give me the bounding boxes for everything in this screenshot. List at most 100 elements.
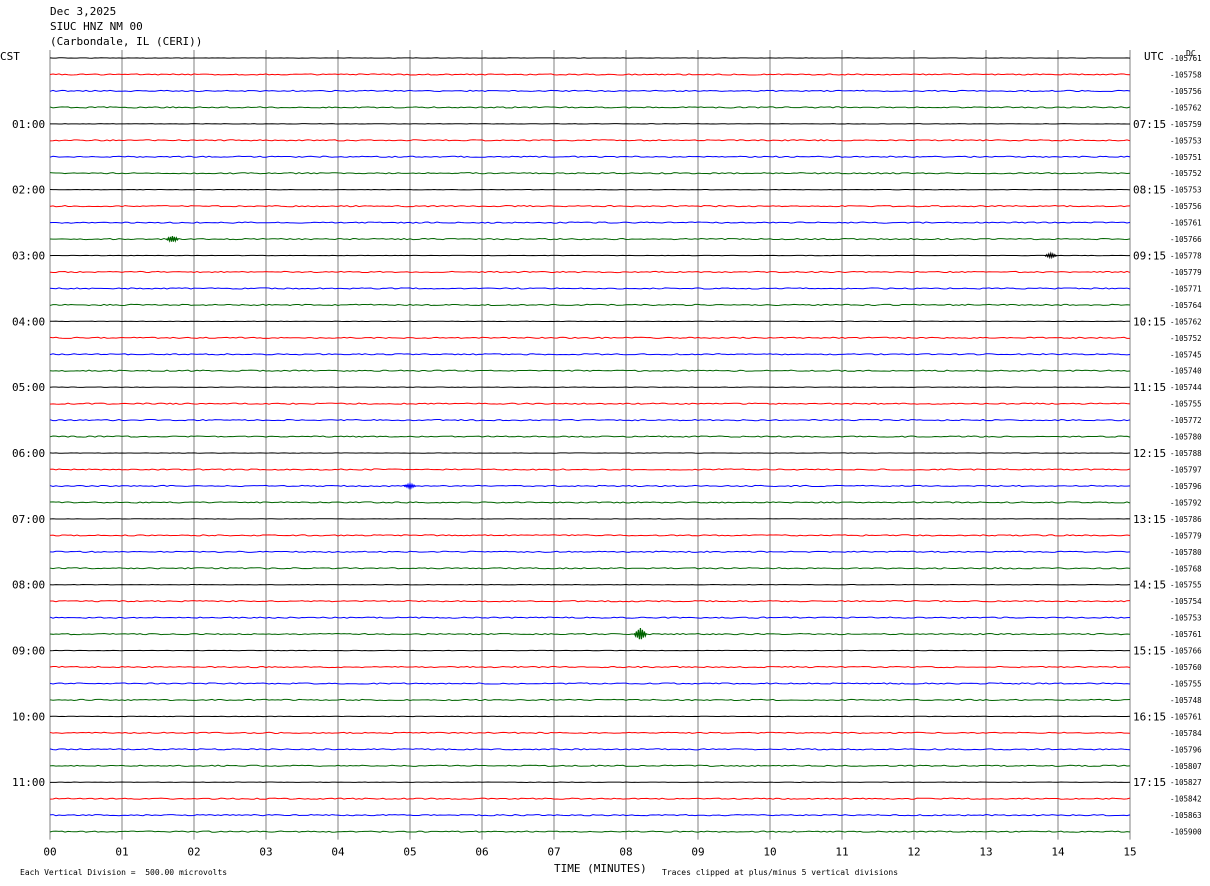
x-tick-label: 06 [475, 846, 488, 859]
cst-hour-label: 11:00 [12, 776, 45, 789]
trace-line [49, 814, 1131, 817]
dc-offset-label: -105796 [1170, 482, 1202, 491]
dc-offset-label: -105752 [1170, 169, 1202, 178]
dc-offset-label: -105827 [1170, 778, 1202, 787]
dc-offset-label: -105755 [1170, 679, 1202, 688]
x-tick-label: 12 [907, 846, 920, 859]
dc-offset-label: -105766 [1170, 647, 1202, 656]
dc-offset-label: -105756 [1170, 202, 1202, 211]
trace-line [49, 731, 1131, 734]
dc-offset-label: -105797 [1170, 466, 1202, 475]
trace-line [49, 797, 1131, 800]
dc-offset-label: -105764 [1170, 301, 1202, 310]
utc-hour-label: 09:15 [1133, 250, 1166, 263]
trace-line [49, 155, 1131, 158]
utc-hour-label: 16:15 [1133, 710, 1166, 723]
trace-line [49, 419, 1131, 422]
utc-hour-label: 12:15 [1133, 447, 1166, 460]
dc-offset-label: -105755 [1170, 400, 1202, 409]
dc-offset-label: -105807 [1170, 762, 1202, 771]
trace-line [49, 567, 1131, 570]
dc-offset-label: -105744 [1170, 383, 1202, 392]
trace-line [49, 221, 1131, 224]
dc-offset-label: -105762 [1170, 317, 1202, 326]
trace-line [49, 270, 1131, 274]
dc-offset-label: -105748 [1170, 696, 1202, 705]
dc-offset-label: -105755 [1170, 581, 1202, 590]
x-tick-label: 14 [1051, 846, 1065, 859]
trace-line [49, 237, 1131, 241]
trace-line [49, 336, 1131, 339]
trace-line [49, 205, 1131, 208]
dc-offset-label: -105761 [1170, 712, 1202, 721]
trace-line [49, 764, 1131, 767]
trace-line [49, 616, 1131, 619]
dc-offset-label: -105752 [1170, 334, 1202, 343]
trace-line [49, 698, 1131, 702]
trace-line [49, 287, 1131, 290]
x-axis-title: TIME (MINUTES) [554, 862, 647, 875]
x-tick-label: 09 [691, 846, 704, 859]
utc-hour-label: 14:15 [1133, 579, 1166, 592]
trace-line [49, 73, 1131, 76]
utc-hour-label: 08:15 [1133, 184, 1166, 197]
trace-line [49, 435, 1131, 438]
dc-offset-label: -105842 [1170, 795, 1202, 804]
utc-hour-label: 10:15 [1133, 315, 1166, 328]
dc-offset-label: -105786 [1170, 515, 1202, 524]
trace-line [49, 89, 1131, 93]
utc-hour-label: 11:15 [1133, 381, 1166, 394]
trace-line [49, 172, 1131, 175]
dc-offset-label: -105753 [1170, 186, 1202, 195]
x-tick-label: 03 [259, 846, 272, 859]
dc-offset-label: -105759 [1170, 120, 1202, 129]
trace-line [49, 369, 1131, 372]
trace-line [49, 139, 1131, 142]
dc-offset-label: -105788 [1170, 449, 1202, 458]
dc-offset-label: -105751 [1170, 153, 1202, 162]
x-tick-label: 00 [43, 846, 56, 859]
time-grid [49, 50, 1131, 840]
dc-offset-label: -105784 [1170, 729, 1202, 738]
trace-line [49, 468, 1131, 471]
dc-offset-label: -105780 [1170, 548, 1202, 557]
x-tick-label: 05 [403, 846, 416, 859]
x-tick-label: 04 [331, 846, 345, 859]
cst-hour-label: 07:00 [12, 513, 45, 526]
dc-offset-label: -105740 [1170, 367, 1202, 376]
cst-hour-label: 01:00 [12, 118, 45, 131]
cst-hour-label: 09:00 [12, 645, 45, 658]
dc-offset-label: -105758 [1170, 70, 1202, 79]
dc-offset-label: -105863 [1170, 811, 1202, 820]
x-tick-label: 15 [1123, 846, 1136, 859]
dc-offset-label: -105745 [1170, 350, 1202, 359]
dc-offset-label: -105766 [1170, 235, 1202, 244]
event-signal [165, 235, 179, 243]
event-signal [1044, 251, 1058, 260]
dc-offset-label: -105778 [1170, 252, 1202, 261]
footer-clip-note: Traces clipped at plus/minus 5 vertical … [662, 868, 899, 877]
footer-scale-note: Each Vertical Division = 500.00 microvol… [20, 868, 228, 877]
x-tick-label: 01 [115, 846, 128, 859]
trace-line [49, 353, 1131, 356]
trace-lines [49, 57, 1131, 833]
trace-line [49, 632, 1131, 636]
dc-offset-label: -105761 [1170, 54, 1202, 63]
dc-offset-label: -105900 [1170, 828, 1202, 837]
trace-line [49, 501, 1131, 504]
dc-offset-label: -105779 [1170, 268, 1202, 277]
x-tick-label: 08 [619, 846, 632, 859]
x-tick-label: 13 [979, 846, 992, 859]
dc-offset-label: -105768 [1170, 564, 1202, 573]
dc-offset-label: -105753 [1170, 136, 1202, 145]
trace-line [49, 682, 1131, 685]
cst-hour-label: 10:00 [12, 710, 45, 723]
dc-offset-label: -105761 [1170, 630, 1202, 639]
trace-line [49, 748, 1131, 751]
seismogram-plot: 01:00 07:15 02:00 08:15 03:00 09:15 04:00 10:15… [12, 50, 1202, 859]
trace-line [49, 402, 1131, 405]
dc-offset-label: -105771 [1170, 284, 1202, 293]
cst-hour-label: 08:00 [12, 579, 45, 592]
utc-hour-label: 15:15 [1133, 645, 1166, 658]
utc-hour-label: 17:15 [1133, 776, 1166, 789]
